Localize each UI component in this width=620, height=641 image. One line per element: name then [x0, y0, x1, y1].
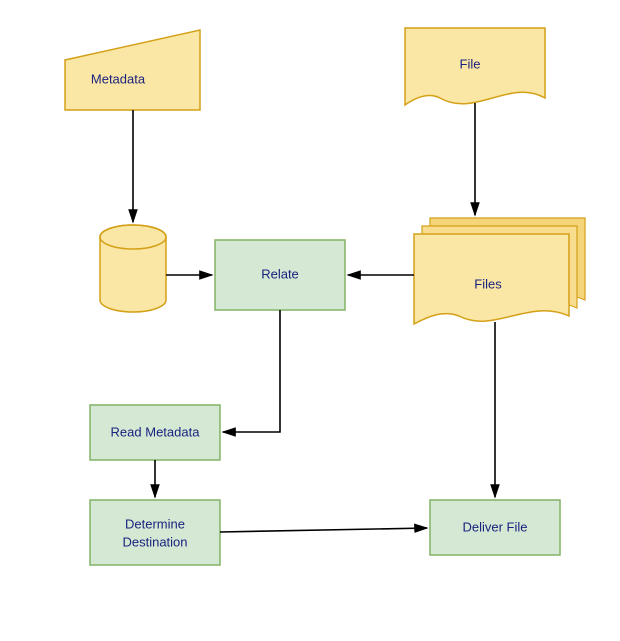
node-metadata: Metadata — [65, 30, 200, 110]
node-file: File — [405, 28, 545, 105]
edge-determine-deliver — [220, 528, 427, 532]
edge-relate-readmeta — [223, 310, 280, 432]
node-deliver: Deliver File — [430, 500, 560, 555]
label-determine-line1: Determine — [125, 516, 185, 531]
node-files: Files — [414, 218, 585, 324]
flowchart-diagram: Metadata File Relate Files Read Metadata… — [0, 0, 620, 641]
edges — [133, 103, 495, 532]
label-determine-line2: Destination — [122, 534, 187, 549]
label-files: Files — [474, 276, 502, 291]
label-readmeta: Read Metadata — [111, 424, 201, 439]
label-metadata: Metadata — [91, 71, 146, 86]
node-relate: Relate — [215, 240, 345, 310]
label-relate: Relate — [261, 266, 299, 281]
node-database — [100, 225, 166, 312]
label-deliver: Deliver File — [462, 519, 527, 534]
label-file: File — [460, 56, 481, 71]
node-readmeta: Read Metadata — [90, 405, 220, 460]
node-determine: Determine Destination — [90, 500, 220, 565]
